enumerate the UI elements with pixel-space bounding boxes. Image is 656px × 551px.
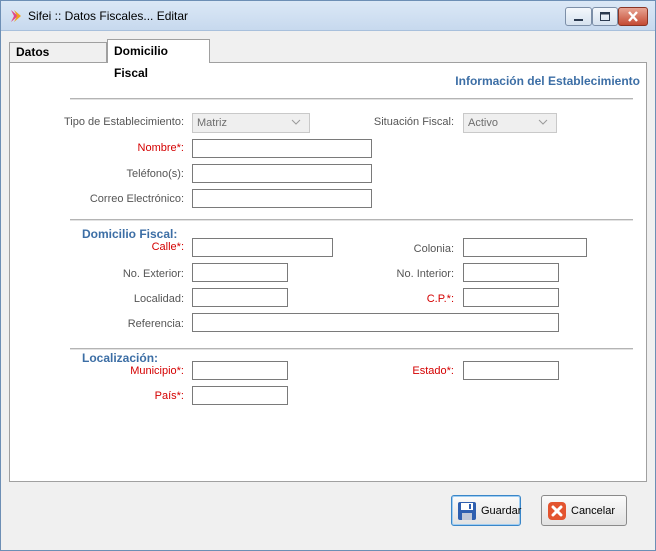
municipio-field[interactable]	[192, 361, 288, 380]
nombre-label: Nombre*:	[137, 142, 184, 154]
situacion-fiscal-value: Activo	[468, 117, 498, 129]
no-interior-field[interactable]	[463, 263, 559, 282]
app-window: Sifei :: Datos Fiscales... Editar Datos …	[0, 0, 656, 551]
correo-electronico-label: Correo Electrónico:	[89, 193, 184, 205]
maximize-button[interactable]	[592, 7, 618, 26]
divider	[70, 348, 633, 350]
minimize-icon	[574, 19, 583, 21]
no-exterior-label: No. Exterior:	[122, 268, 184, 280]
no-interior-label: No. Interior:	[396, 268, 454, 280]
situacion-fiscal-label: Situación Fiscal:	[373, 116, 454, 128]
tipo-establecimiento-value: Matriz	[197, 117, 227, 129]
guardar-label: Guardar	[481, 505, 522, 517]
tipo-establecimiento-label: Tipo de Establecimiento:	[63, 116, 184, 128]
telefono-field[interactable]	[192, 164, 372, 183]
tab-domicilio-fiscal[interactable]: Domicilio Fiscal	[107, 39, 210, 80]
close-icon	[628, 11, 638, 22]
chevron-down-icon	[291, 119, 301, 125]
nombre-field[interactable]	[192, 139, 372, 158]
save-disk-icon	[458, 502, 476, 520]
cancel-x-icon	[548, 502, 566, 520]
correo-electronico-field[interactable]	[192, 189, 372, 208]
cancelar-label: Cancelar	[571, 505, 616, 517]
title-bar[interactable]: Sifei :: Datos Fiscales... Editar	[1, 1, 655, 31]
telefono-label: Teléfono(s):	[126, 168, 184, 180]
municipio-label: Municipio*:	[130, 365, 184, 377]
minimize-button[interactable]	[565, 7, 592, 26]
guardar-button[interactable]: Guardar	[451, 495, 521, 526]
close-window-button[interactable]	[618, 7, 648, 26]
localidad-field[interactable]	[192, 288, 288, 307]
colonia-label: Colonia:	[413, 243, 454, 255]
chevron-down-icon	[538, 119, 548, 125]
pais-field[interactable]	[192, 386, 288, 405]
divider	[70, 98, 633, 100]
estado-label: Estado*:	[412, 365, 454, 377]
divider	[70, 219, 633, 221]
referencia-label: Referencia:	[127, 318, 184, 330]
pais-label: País*:	[154, 390, 184, 402]
no-exterior-field[interactable]	[192, 263, 288, 282]
app-logo-icon	[11, 10, 21, 22]
localidad-label: Localidad:	[133, 293, 184, 305]
referencia-field[interactable]	[192, 313, 559, 332]
colonia-field[interactable]	[463, 238, 587, 257]
tab-datos-fiscales[interactable]: Datos Fiscales	[9, 42, 107, 78]
maximize-icon	[600, 12, 610, 21]
codigo-postal-label: C.P.*:	[426, 293, 454, 305]
estado-field[interactable]	[463, 361, 559, 380]
codigo-postal-field[interactable]	[463, 288, 559, 307]
tab-panel-domicilio-fiscal: Información del Establecimiento Tipo de …	[9, 62, 647, 482]
section-title-establecimiento: Información del Establecimiento	[455, 74, 640, 88]
situacion-fiscal-select[interactable]: Activo	[463, 113, 557, 133]
cancelar-button[interactable]: Cancelar	[541, 495, 627, 526]
tipo-establecimiento-select[interactable]: Matriz	[192, 113, 310, 133]
calle-field[interactable]	[192, 238, 333, 257]
section-title-domicilio-fiscal: Domicilio Fiscal:	[82, 227, 178, 241]
section-title-localizacion: Localización:	[82, 351, 159, 365]
calle-label: Calle*:	[151, 241, 184, 253]
window-title: Sifei :: Datos Fiscales... Editar	[28, 9, 189, 23]
